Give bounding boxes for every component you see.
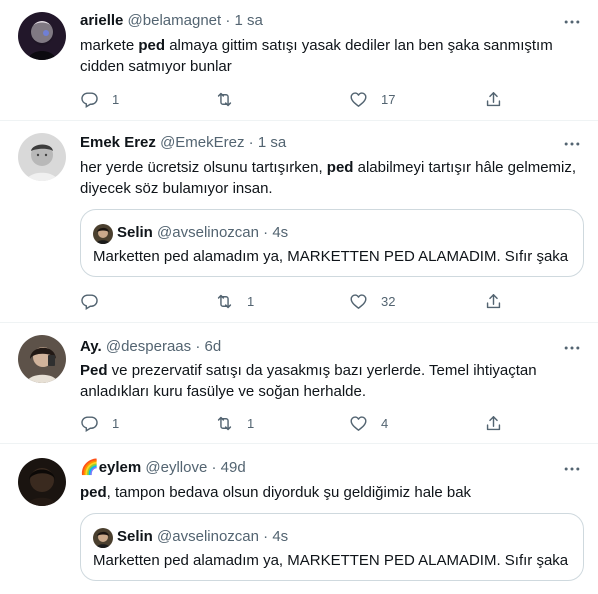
reply-icon [80,90,99,109]
heart-icon [349,90,368,109]
quoted-author-name: Selin [117,224,153,241]
more-icon[interactable] [562,12,582,32]
tweet-header: arielle @belamagnet · 1 sa [80,11,263,31]
separator: · [248,134,254,151]
quoted-timestamp: 4s [272,528,289,545]
tweet-header: 🌈eylem @eyllove · 49d [80,458,246,478]
timestamp[interactable]: 6d [204,338,221,355]
author-handle[interactable]: @desperaas [106,338,191,355]
share-icon [484,90,503,109]
share-icon [484,292,503,311]
reply-count: 1 [112,415,120,431]
reply-button[interactable] [80,291,112,311]
quoted-header: Selin @avselinozcan · 4s [117,223,288,243]
author-handle[interactable]: @belamagnet [128,12,222,29]
separator: · [263,224,269,241]
author-name[interactable]: arielle [80,12,123,29]
share-button[interactable] [484,413,503,433]
author-name[interactable]: Ay. [80,338,102,355]
quoted-tweet[interactable]: Selin @avselinozcan · 4s Marketten ped a… [80,209,584,277]
tweet[interactable]: arielle @belamagnet · 1 sa markete ped a… [0,0,598,121]
tweet-text: her yerde ücretsiz olsunu tartışırken, p… [80,159,577,197]
quoted-avatar [93,224,113,244]
author-name[interactable]: Emek Erez [80,134,156,151]
avatar[interactable] [18,458,66,506]
reply-button[interactable]: 1 [80,413,119,433]
author-handle[interactable]: @eyllove [145,459,207,476]
retweet-count: 1 [247,415,255,431]
timestamp[interactable]: 49d [221,459,246,476]
timestamp[interactable]: 1 sa [258,134,286,151]
like-button[interactable]: 17 [349,89,395,109]
retweet-button[interactable] [215,89,247,109]
retweet-icon [215,292,234,311]
share-button[interactable] [484,89,503,109]
quoted-author-name: Selin [117,528,153,545]
like-count: 32 [381,293,396,309]
tweet[interactable]: Emek Erez @EmekErez · 1 sa her yerde ücr… [0,121,598,323]
more-icon[interactable] [562,134,582,154]
retweet-button[interactable]: 1 [215,413,254,433]
quoted-header: Selin @avselinozcan · 4s [117,527,288,547]
like-button[interactable]: 4 [349,413,388,433]
tweet-text: ped, tampon bedava olsun diyorduk şu gel… [80,484,472,501]
separator: · [225,12,231,29]
reply-count: 1 [112,91,120,107]
quoted-timestamp: 4s [272,224,289,241]
quoted-author-handle: @avselinozcan [157,528,259,545]
heart-icon [349,414,368,433]
author-name[interactable]: eylem [99,459,142,476]
avatar[interactable] [18,133,66,181]
tweet-text: markete ped almaya gittim satışı yasak d… [80,37,553,75]
quoted-author-handle: @avselinozcan [157,224,259,241]
timestamp[interactable]: 1 sa [235,12,263,29]
retweet-icon [215,414,234,433]
tweet-text: Ped ve prezervatif satışı da yasakmış ba… [80,362,537,400]
retweet-button[interactable]: 1 [215,291,254,311]
more-icon[interactable] [562,459,582,479]
tweet-header: Emek Erez @EmekErez · 1 sa [80,133,286,153]
avatar[interactable] [18,335,66,383]
like-count: 17 [381,91,396,107]
quoted-avatar [93,528,113,548]
reply-icon [80,292,99,311]
share-icon [484,414,503,433]
more-icon[interactable] [562,338,582,358]
retweet-count: 1 [247,293,255,309]
quoted-text: Marketten ped alamadım ya, MARKETTEN PED… [93,552,569,569]
quoted-tweet[interactable]: Selin @avselinozcan · 4s Marketten ped a… [80,513,584,581]
tweet[interactable]: Ay. @desperaas · 6d Ped ve prezervatif s… [0,323,598,444]
separator: · [211,459,217,476]
separator: · [263,528,269,545]
reply-icon [80,414,99,433]
reply-button[interactable]: 1 [80,89,119,109]
avatar[interactable] [18,12,66,60]
tweet[interactable]: 🌈eylem @eyllove · 49d ped, tampon bedava… [0,444,598,594]
retweet-icon [215,90,234,109]
like-button[interactable]: 32 [349,291,395,311]
separator: · [195,338,201,355]
share-button[interactable] [484,291,503,311]
quoted-text: Marketten ped alamadım ya, MARKETTEN PED… [93,248,569,265]
like-count: 4 [381,415,389,431]
rainbow-emoji: 🌈 [80,459,99,476]
author-handle[interactable]: @EmekErez [160,134,244,151]
tweet-header: Ay. @desperaas · 6d [80,337,221,357]
heart-icon [349,292,368,311]
